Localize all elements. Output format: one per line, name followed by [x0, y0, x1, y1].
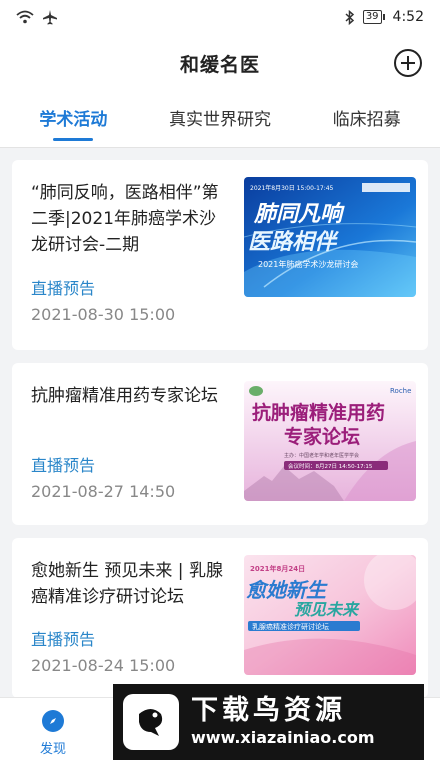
bird-logo-icon: [123, 694, 179, 750]
battery-icon: 39: [362, 10, 385, 24]
banner-time-line: 会议时间：8月27日 14:50-17:15: [288, 462, 373, 470]
status-right: 39 4:52: [345, 9, 424, 25]
banner-host-line: 主办：中国老年学和老年医学学会: [284, 452, 359, 459]
wifi-icon: [16, 10, 34, 24]
card-thumbnail[interactable]: 2021年8月30日 15:00-17:45 肺同凡响 医路相伴 2021年肺癌…: [244, 177, 416, 297]
banner-date-line: 2021年8月30日 15:00-17:45: [250, 184, 334, 192]
tab-bar: 学术活动 真实世界研究 临床招募: [0, 92, 440, 148]
nav-item-discover[interactable]: 发现: [25, 710, 81, 757]
card-date: 2021-08-24 15:00: [31, 656, 176, 675]
banner-headline-2: 预见未来: [294, 600, 360, 619]
watermark-url: www.xiazainiao.com: [191, 728, 375, 747]
banner-brand: Roche: [390, 387, 411, 395]
airplane-mode-icon: [43, 10, 57, 25]
nav-label-discover: 发现: [39, 742, 66, 757]
banner-caption: 2021年肺癌学术沙龙研讨会: [258, 259, 358, 269]
banner-headline-2: 医路相伴: [248, 230, 339, 255]
banner-headline-2: 专家论坛: [284, 425, 360, 448]
card-status: 直播预告: [31, 456, 96, 475]
card-status: 直播预告: [31, 630, 96, 649]
watermark-title: 下载鸟资源: [191, 695, 346, 726]
tab-academic-activities[interactable]: 学术活动: [0, 92, 147, 147]
status-bar: 39 4:52: [0, 0, 440, 34]
page-title: 和缓名医: [179, 53, 260, 76]
compass-icon: [42, 710, 64, 732]
tab-clinical-recruitment[interactable]: 临床招募: [293, 92, 440, 147]
bluetooth-icon: [345, 9, 354, 25]
activity-card[interactable]: 愈她新生 预见未来 | 乳腺癌精准诊疗研讨论坛 直播预告 2021-08-24 …: [12, 538, 428, 698]
activity-card[interactable]: “肺同反响，医路相伴”第二季|2021年肺癌学术沙龙研讨会-二期 直播预告 20…: [12, 160, 428, 350]
card-title: “肺同反响，医路相伴”第二季|2021年肺癌学术沙龙研讨会-二期: [31, 183, 219, 255]
app-header: 和缓名医: [0, 34, 440, 92]
oncology-forum-banner-image: Roche 抗肿瘤精准用药 专家论坛 主办：中国老年学和老年医学学会 会议时间：…: [244, 381, 416, 501]
banner-headline: 肺同凡响: [253, 202, 345, 227]
status-left: [16, 9, 58, 25]
watermark-overlay: 下载鸟资源 www.xiazainiao.com: [113, 684, 424, 760]
banner-headline: 抗肿瘤精准用药: [252, 401, 385, 424]
tab-real-world-research[interactable]: 真实世界研究: [147, 92, 294, 147]
card-title: 愈她新生 预见未来 | 乳腺癌精准诊疗研讨论坛: [31, 561, 223, 607]
banner-headline: 愈她新生: [246, 578, 328, 602]
card-date: 2021-08-27 14:50: [31, 482, 176, 501]
activity-card[interactable]: 抗肿瘤精准用药专家论坛 直播预告 2021-08-27 14:50 Roche …: [12, 363, 428, 525]
breast-cancer-forum-banner-image: 2021年8月24日 愈她新生 预见未来 乳腺癌精准诊疗研讨论坛: [244, 555, 416, 675]
banner-date-line: 2021年8月24日: [250, 564, 305, 573]
add-button[interactable]: [394, 49, 422, 77]
plus-icon: [401, 56, 415, 70]
lung-forum-banner-image: 2021年8月30日 15:00-17:45 肺同凡响 医路相伴 2021年肺癌…: [244, 177, 416, 297]
battery-level: 39: [362, 10, 382, 24]
card-date: 2021-08-30 15:00: [31, 305, 176, 324]
card-title: 抗肿瘤精准用药专家论坛: [31, 386, 218, 406]
card-status: 直播预告: [31, 279, 96, 298]
banner-caption: 乳腺癌精准诊疗研讨论坛: [252, 622, 329, 631]
card-thumbnail[interactable]: 2021年8月24日 愈她新生 预见未来 乳腺癌精准诊疗研讨论坛: [244, 555, 416, 675]
status-time: 4:52: [392, 9, 424, 25]
card-thumbnail[interactable]: Roche 抗肿瘤精准用药 专家论坛 主办：中国老年学和老年医学学会 会议时间：…: [244, 381, 416, 501]
